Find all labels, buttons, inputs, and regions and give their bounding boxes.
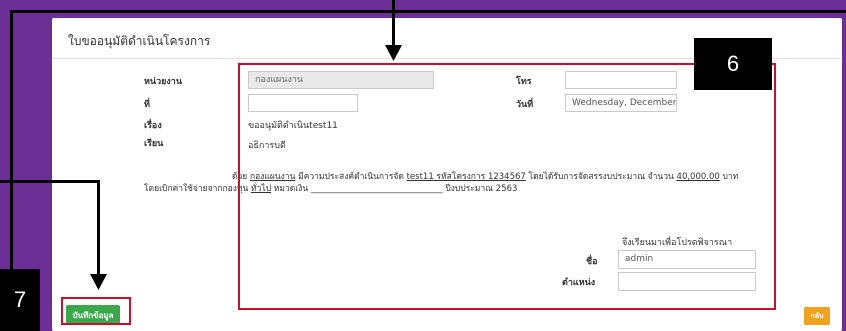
annotation-line-top bbox=[10, 10, 846, 13]
back-button[interactable]: กลับ bbox=[804, 307, 830, 325]
highlight-box-save bbox=[61, 297, 131, 325]
arrow-shaft-left bbox=[97, 180, 100, 276]
form-title: ใบขออนุมัติดำเนินโครงการ bbox=[68, 34, 211, 48]
highlight-box-form bbox=[238, 63, 776, 310]
subject-label: เรื่อง bbox=[144, 121, 162, 131]
to-label: เรียน bbox=[144, 139, 164, 149]
arrow-head-top bbox=[385, 45, 402, 61]
annotation-number-7: 7 bbox=[0, 269, 40, 331]
arrow-line-left-horizontal bbox=[0, 180, 100, 183]
p2-prefix: โดยเบิกค่าใช้จ่ายจากกองทุน bbox=[144, 184, 249, 194]
department-label: หน่วยงาน bbox=[144, 77, 183, 87]
arrow-shaft-top bbox=[392, 0, 395, 48]
arrow-head-left bbox=[90, 274, 107, 290]
annotation-number-6: 6 bbox=[694, 38, 772, 90]
annotation-line-left bbox=[10, 10, 13, 270]
number-label: ที่ bbox=[144, 100, 150, 110]
